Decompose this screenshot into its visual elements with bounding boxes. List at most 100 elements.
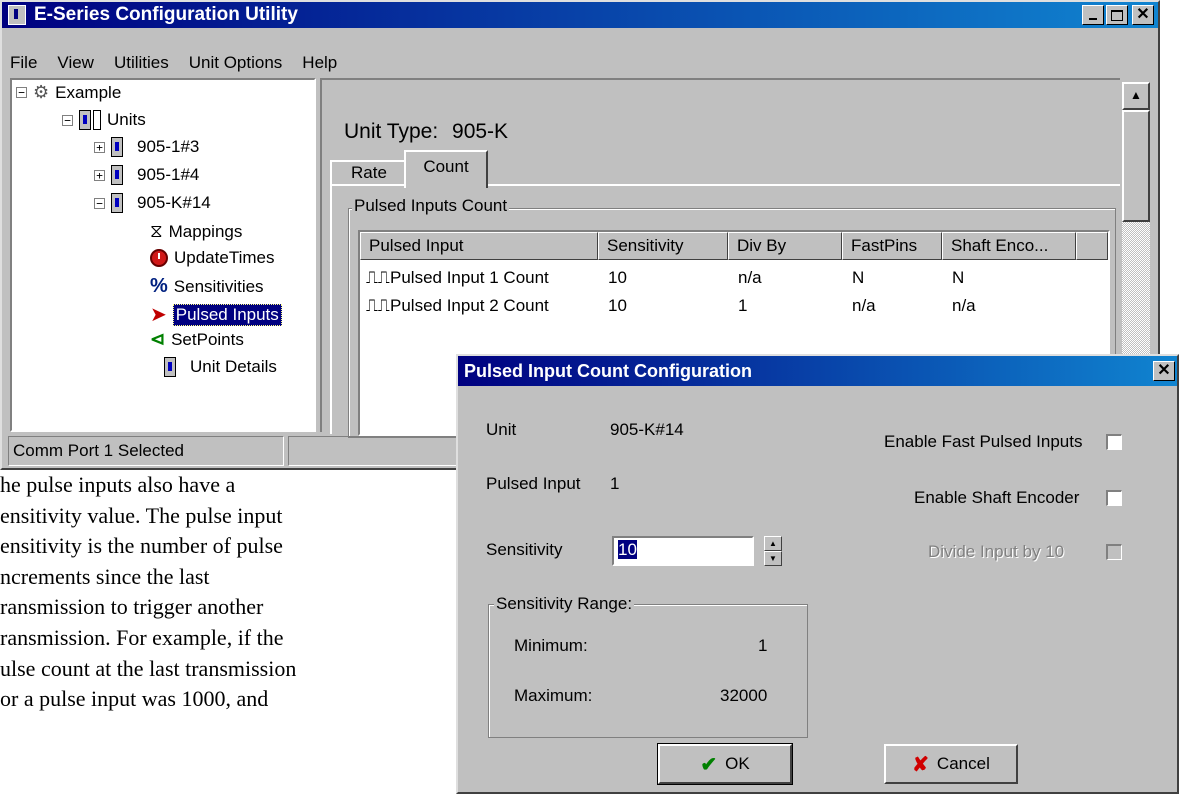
scroll-thumb[interactable]	[1122, 110, 1150, 222]
sensitivity-input-value: 10	[618, 540, 637, 559]
close-button[interactable]: ✕	[1132, 5, 1154, 25]
column-header-label: FastPins	[851, 236, 918, 255]
pulsed-inputs-group-label: Pulsed Inputs Count	[352, 196, 510, 216]
tree-view[interactable]: − ⚙ Example − Units + 905-1#3 + 905-1#4 …	[10, 78, 316, 432]
tree-node-updatetimes-label: UpdateTimes	[174, 248, 275, 267]
table-cell: Pulsed Input 1 Count	[390, 268, 549, 287]
cancel-button[interactable]: ✘ Cancel	[884, 744, 1018, 784]
document-line: ransmission to trigger another	[0, 594, 264, 620]
column-header[interactable]: Div By	[728, 232, 842, 260]
status-bar-text: Comm Port 1 Selected	[8, 436, 284, 466]
menu-unit-options[interactable]: Unit Options	[189, 50, 283, 76]
table-cell: 1	[738, 296, 748, 315]
document-paragraph: he pulse inputs also have a ensitivity v…	[0, 470, 452, 715]
scroll-up-button[interactable]: ▲	[1122, 82, 1150, 110]
collapse-icon[interactable]: −	[94, 197, 105, 209]
table-cell: N	[852, 268, 865, 287]
close-icon: ✕	[1136, 6, 1150, 23]
collapse-icon[interactable]: −	[62, 114, 73, 126]
enable-shaft-label: Enable Shaft Encoder	[914, 488, 1080, 507]
spin-down-button[interactable]: ▼	[764, 551, 782, 566]
tab-rate[interactable]: Rate	[330, 160, 408, 186]
menu-utilities[interactable]: Utilities	[114, 50, 169, 76]
menu-file[interactable]: File	[10, 50, 37, 76]
sensitivity-input[interactable]: 10	[612, 536, 754, 566]
tree-node-sensitivities[interactable]: % Sensitivities	[150, 275, 264, 298]
ok-label: OK	[725, 754, 750, 773]
tree-node-setpoints[interactable]: ⊲ SetPoints	[150, 329, 244, 350]
tree-node-units[interactable]: − Units	[62, 110, 146, 130]
minimize-button[interactable]	[1082, 5, 1104, 25]
document-line: ulse count at the last transmission	[0, 655, 297, 681]
tree-node-unit[interactable]: − 905-K#14	[94, 193, 211, 213]
column-header[interactable]: Pulsed Input	[360, 232, 598, 260]
tree-node-root-label: Example	[55, 82, 122, 102]
spin-up-button[interactable]: ▲	[764, 536, 782, 551]
dialog-title-bar[interactable]: Pulsed Input Count Configuration ✕	[458, 356, 1177, 386]
maximum-label: Maximum:	[514, 686, 593, 705]
minimize-icon	[1089, 18, 1097, 20]
tree-node-pulsed-inputs-label: Pulsed Inputs	[172, 303, 282, 326]
pulsed-input-label: Pulsed Input	[486, 474, 581, 493]
tree-node-mappings-label: Mappings	[168, 221, 243, 241]
table-cell: n/a	[738, 268, 762, 287]
document-line: he pulse inputs also have a	[0, 472, 236, 497]
tree-node-unit[interactable]: + 905-1#4	[94, 165, 199, 185]
tree-node-updatetimes[interactable]: UpdateTimes	[150, 248, 274, 268]
tree-node-unit[interactable]: + 905-1#3	[94, 137, 199, 157]
config-dialog: Pulsed Input Count Configuration ✕ Unit …	[456, 354, 1179, 794]
document-line: ensitivity is the number of pulse	[0, 533, 283, 559]
tree-node-sensitivities-label: Sensitivities	[173, 276, 264, 296]
maximize-button[interactable]	[1106, 5, 1128, 25]
menu-help[interactable]: Help	[302, 50, 337, 76]
tree-node-root[interactable]: − ⚙ Example	[16, 82, 121, 103]
column-header[interactable]: Sensitivity	[598, 232, 728, 260]
table-row[interactable]: ⎍⎍ Pulsed Input 1 Count 10 n/a N N	[360, 268, 1108, 294]
arrow-icon: ➤	[150, 304, 167, 326]
tree-node-setpoints-label: SetPoints	[171, 329, 244, 349]
column-header-filler	[1076, 232, 1108, 260]
unit-type-label: Unit Type:	[344, 120, 439, 143]
setpoints-icon: ⊲	[150, 329, 166, 349]
sensitivity-range-group	[488, 604, 808, 738]
column-header[interactable]: FastPins	[842, 232, 942, 260]
cancel-label: Cancel	[936, 754, 990, 773]
sensitivity-spinner[interactable]: ▲ ▼	[764, 536, 782, 566]
menu-view[interactable]: View	[57, 50, 94, 76]
tab-count-label: Count	[423, 157, 469, 176]
column-header-label: Div By	[737, 236, 787, 255]
table-cell: n/a	[952, 296, 976, 315]
column-header[interactable]: Shaft Enco...	[942, 232, 1076, 260]
table-row[interactable]: ⎍⎍ Pulsed Input 2 Count 10 1 n/a n/a	[360, 296, 1108, 322]
tree-node-mappings[interactable]: ⧖ Mappings	[150, 221, 242, 242]
mappings-icon: ⧖	[150, 221, 163, 241]
table-cell: n/a	[852, 296, 876, 315]
unit-type: Unit Type: 905-K	[344, 120, 508, 144]
enable-shaft-checkbox[interactable]	[1106, 490, 1122, 506]
unit-icon	[111, 137, 123, 157]
tree-node-unit-details-label: Unit Details	[190, 357, 277, 376]
sensitivity-range-label: Sensitivity Range:	[494, 594, 635, 614]
tab-rate-label: Rate	[351, 163, 387, 182]
collapse-icon[interactable]: −	[16, 87, 27, 98]
cancel-x-icon: ✘	[912, 753, 929, 776]
expand-icon[interactable]: +	[94, 141, 105, 153]
dialog-close-button[interactable]: ✕	[1153, 361, 1175, 381]
tree-node-unit-details[interactable]: Unit Details	[164, 357, 277, 377]
table-cell: Pulsed Input 2 Count	[390, 296, 549, 315]
column-header-label: Sensitivity	[607, 236, 684, 255]
clock-icon	[150, 249, 168, 267]
minimum-label: Minimum:	[514, 636, 588, 655]
enable-fast-checkbox[interactable]	[1106, 434, 1122, 450]
close-icon: ✕	[1157, 362, 1171, 379]
maximize-icon	[1111, 10, 1123, 21]
tree-node-pulsed-inputs[interactable]: ➤ Pulsed Inputs	[150, 302, 282, 327]
tab-count[interactable]: Count	[404, 150, 488, 188]
title-bar[interactable]: E-Series Configuration Utility ✕	[2, 2, 1158, 28]
checkmark-icon: ✔	[700, 753, 718, 776]
column-header-label: Pulsed Input	[369, 236, 464, 255]
window-title: E-Series Configuration Utility	[34, 4, 298, 25]
expand-icon[interactable]: +	[94, 169, 105, 181]
menu-items: File View Utilities Unit Options Help	[2, 50, 337, 76]
ok-button[interactable]: ✔ OK	[657, 743, 793, 785]
